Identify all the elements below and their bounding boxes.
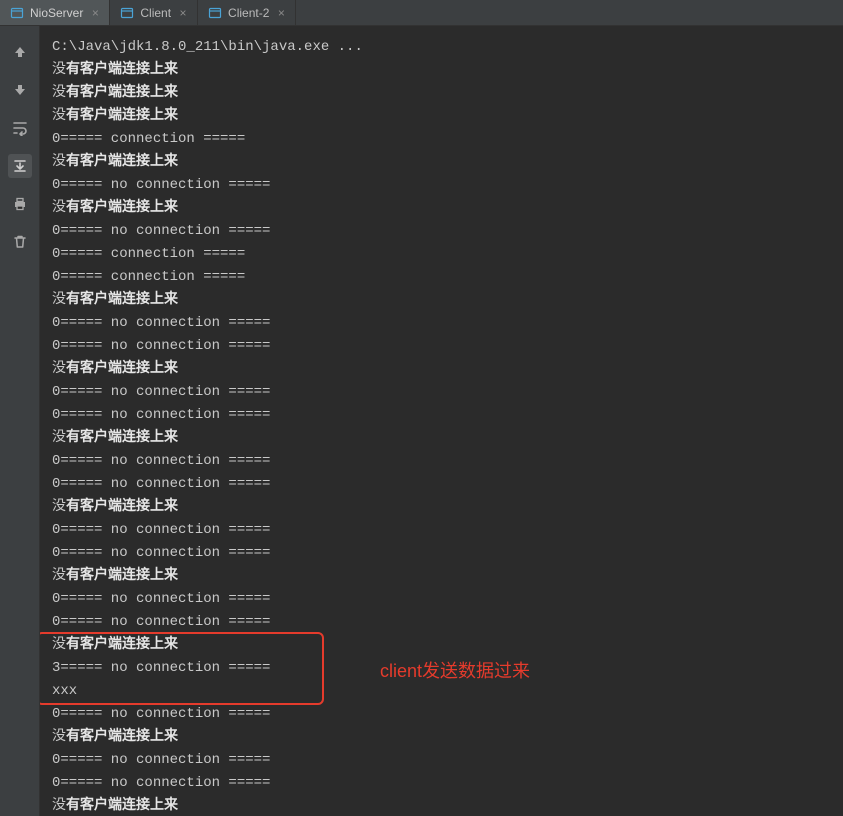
console-line: 0===== no connection ===== [40, 772, 843, 795]
run-config-icon [208, 6, 222, 20]
console-line: 0===== no connection ===== [40, 404, 843, 427]
console-line: 0===== no connection ===== [40, 220, 843, 243]
run-config-icon [120, 6, 134, 20]
console-line: 0===== no connection ===== [40, 749, 843, 772]
tab-client[interactable]: Client × [110, 0, 198, 25]
console-line: 0===== no connection ===== [40, 473, 843, 496]
console-line: 0===== no connection ===== [40, 381, 843, 404]
arrow-down-icon[interactable] [8, 78, 32, 102]
console-line: 0===== no connection ===== [40, 542, 843, 565]
console-line: 0===== no connection ===== [40, 588, 843, 611]
console-line: 没有客户端连接上来 [40, 496, 843, 519]
console-line: 没有客户端连接上来 [40, 795, 843, 816]
trash-icon[interactable] [8, 230, 32, 254]
console-line: 0===== no connection ===== [40, 312, 843, 335]
console-line: 没有客户端连接上来 [40, 565, 843, 588]
console-line: 0===== no connection ===== [40, 450, 843, 473]
print-icon[interactable] [8, 192, 32, 216]
console-line: 没有客户端连接上来 [40, 726, 843, 749]
console-line: 0===== no connection ===== [40, 335, 843, 358]
close-icon[interactable]: × [177, 7, 189, 19]
console-line: 0===== connection ===== [40, 243, 843, 266]
run-config-icon [10, 6, 24, 20]
console-line: xxx [40, 680, 843, 703]
console-line: 0===== connection ===== [40, 128, 843, 151]
tab-nioserver[interactable]: NioServer × [0, 0, 110, 25]
console-line: 3===== no connection ===== [40, 657, 843, 680]
console-line: 0===== no connection ===== [40, 519, 843, 542]
console-line: 没有客户端连接上来 [40, 197, 843, 220]
console-line: 0===== no connection ===== [40, 703, 843, 726]
console-line: C:\Java\jdk1.8.0_211\bin\java.exe ... [40, 36, 843, 59]
tab-client-2[interactable]: Client-2 × [198, 0, 296, 25]
console-line: 没有客户端连接上来 [40, 427, 843, 450]
scroll-to-end-icon[interactable] [8, 154, 32, 178]
console-line: 0===== no connection ===== [40, 611, 843, 634]
arrow-up-icon[interactable] [8, 40, 32, 64]
tab-label: Client-2 [228, 6, 269, 20]
close-icon[interactable]: × [89, 7, 101, 19]
console-toolbar [0, 26, 40, 816]
run-tabs: NioServer × Client × Client-2 × [0, 0, 843, 26]
console-line: 没有客户端连接上来 [40, 289, 843, 312]
console-line: 没有客户端连接上来 [40, 82, 843, 105]
close-icon[interactable]: × [275, 7, 287, 19]
tab-label: NioServer [30, 6, 83, 20]
console-line: 没有客户端连接上来 [40, 59, 843, 82]
console-line: 没有客户端连接上来 [40, 634, 843, 657]
console-output[interactable]: C:\Java\jdk1.8.0_211\bin\java.exe ...没有客… [40, 26, 843, 816]
tab-label: Client [140, 6, 171, 20]
console-line: 0===== connection ===== [40, 266, 843, 289]
console-line: 没有客户端连接上来 [40, 105, 843, 128]
soft-wrap-icon[interactable] [8, 116, 32, 140]
console-line: 0===== no connection ===== [40, 174, 843, 197]
console-line: 没有客户端连接上来 [40, 151, 843, 174]
console-line: 没有客户端连接上来 [40, 358, 843, 381]
